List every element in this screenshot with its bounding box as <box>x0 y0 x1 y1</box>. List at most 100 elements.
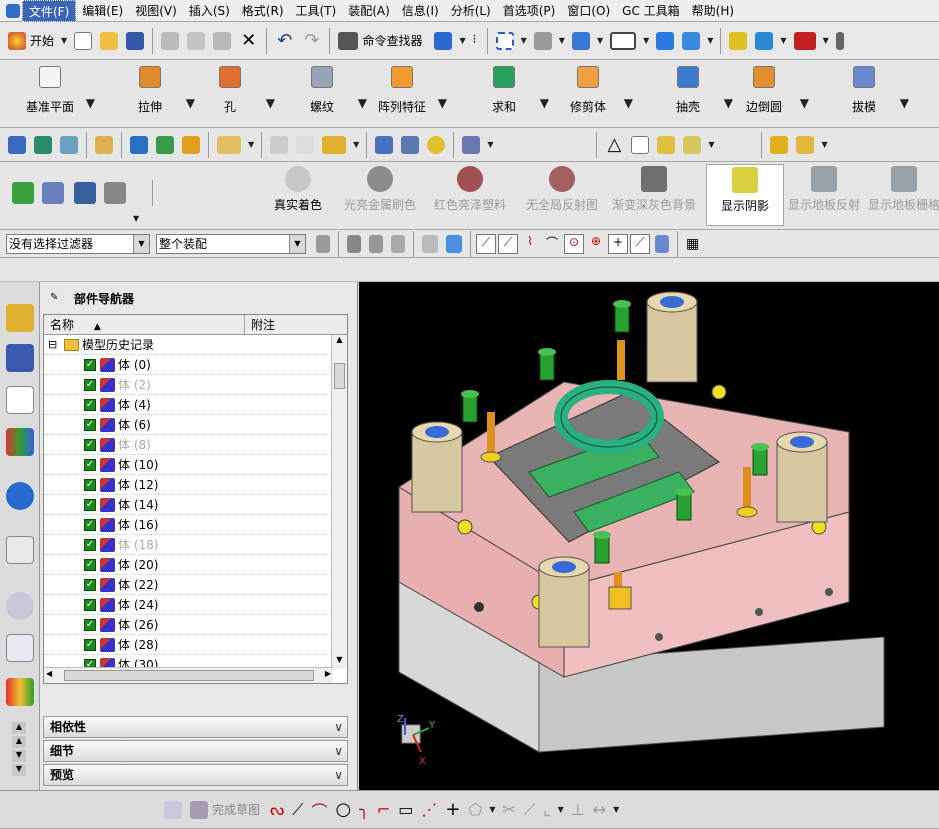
tree-row[interactable]: ✓ 体 (20) <box>44 555 332 575</box>
visibility-checkbox[interactable]: ✓ <box>84 519 96 531</box>
tree-row[interactable]: ✓ 体 (16) <box>44 515 332 535</box>
profile-icon[interactable]: ᔓ <box>270 800 284 819</box>
wcs-icon[interactable] <box>793 31 816 50</box>
chamfer-icon[interactable]: ⌐ <box>377 800 390 819</box>
attribute-icon[interactable] <box>683 135 702 154</box>
polygon-icon[interactable]: ⋰ <box>421 800 437 819</box>
check-icon[interactable] <box>12 182 34 204</box>
horizontal-scrollbar[interactable]: ◀ ▶ <box>44 667 333 683</box>
view-orient-icon[interactable] <box>533 31 552 50</box>
scroll-right-icon[interactable]: ▶ <box>325 669 331 678</box>
select-body-icon[interactable] <box>422 234 438 253</box>
menu-item[interactable]: GC 工具箱 <box>616 0 686 22</box>
chevron-down-icon[interactable]: ▼ <box>133 234 149 253</box>
dropdown-icon[interactable]: ▼ <box>800 96 809 110</box>
dropdown-icon[interactable]: ▼ <box>459 36 465 45</box>
dropdown-icon[interactable]: ▼ <box>487 140 493 149</box>
navigator-section[interactable]: 预览 ∨ <box>43 764 348 786</box>
part-navigator-tab-icon[interactable] <box>6 386 34 414</box>
scroll-down-icon[interactable]: ▼ <box>332 655 347 669</box>
visibility-checkbox[interactable]: ✓ <box>84 639 96 651</box>
delete-icon[interactable]: ✕ <box>241 30 256 51</box>
render-style-button[interactable]: 显示阴影 <box>706 164 784 226</box>
clip-view-icon[interactable] <box>682 31 701 50</box>
dropdown-icon[interactable]: ▼ <box>248 140 254 149</box>
scrollbar-thumb[interactable] <box>334 363 345 389</box>
background-icon[interactable] <box>610 31 637 50</box>
visibility-checkbox[interactable]: ✓ <box>84 399 96 411</box>
snap-intersection-icon[interactable]: + <box>608 233 628 254</box>
tree-row[interactable]: ✓ 体 (12) <box>44 475 332 495</box>
tree-row[interactable]: ✓ 体 (2) <box>44 375 332 395</box>
tool-icon[interactable] <box>462 135 481 154</box>
visibility-checkbox[interactable]: ✓ <box>84 579 96 591</box>
section-view-icon[interactable] <box>656 31 675 50</box>
scroll-up-icon[interactable]: ▲ <box>332 335 347 349</box>
feature-button[interactable]: 基准平面 ▼ <box>16 62 95 124</box>
chevron-down-icon[interactable]: ∨ <box>334 765 343 785</box>
redo-icon[interactable]: ↷ <box>304 30 319 51</box>
visibility-checkbox[interactable]: ✓ <box>84 479 96 491</box>
quick-trim-icon[interactable]: ✂ <box>503 800 516 819</box>
check-part-icon[interactable] <box>130 135 148 154</box>
menu-item[interactable]: 视图(V) <box>129 0 183 22</box>
visibility-checkbox[interactable]: ✓ <box>84 619 96 631</box>
analysis-icon[interactable] <box>657 135 676 154</box>
tree-row[interactable]: ✓ 体 (22) <box>44 575 332 595</box>
finish-sketch-icon[interactable] <box>190 800 208 819</box>
reuse-library-tab-icon[interactable] <box>6 428 34 456</box>
tree-root[interactable]: ⊟ 模型历史记录 <box>44 335 332 355</box>
navigator-section[interactable]: 细节 ∨ <box>43 740 348 762</box>
dropdown-icon[interactable]: ▼ <box>558 805 564 814</box>
dropdown-icon[interactable]: ▼ <box>133 214 139 223</box>
snap-center-icon[interactable]: ⊙ <box>564 233 584 254</box>
point-icon[interactable]: + <box>445 799 460 820</box>
dropdown-icon[interactable]: ▼ <box>353 140 359 149</box>
fillet-icon[interactable]: ╮ <box>359 800 369 819</box>
chevron-down-icon[interactable]: ∨ <box>334 741 343 761</box>
drawing-icon[interactable] <box>217 135 241 154</box>
render-style-button[interactable]: 光亮金属刷色 <box>340 164 420 226</box>
blocks-add-icon[interactable] <box>796 135 815 154</box>
render-style-button[interactable]: 渐变深灰色背景 <box>612 164 696 226</box>
grid-icon[interactable]: ▦ <box>686 236 699 252</box>
tree-row[interactable]: ✓ 体 (26) <box>44 615 332 635</box>
chevron-down-icon[interactable]: ∨ <box>334 717 343 737</box>
save-icon[interactable] <box>126 31 145 50</box>
menu-item[interactable]: 装配(A) <box>342 0 396 22</box>
quick-extend-icon[interactable]: ⟋ <box>524 800 535 820</box>
menu-item[interactable]: 工具(T) <box>290 0 343 22</box>
dropdown-icon[interactable]: ▼ <box>521 36 527 45</box>
finish-sketch-button[interactable]: 完成草图 <box>212 801 260 818</box>
mold-assembly-model[interactable]: Z Y X <box>359 282 939 790</box>
command-finder-button[interactable]: 命令查找器 <box>362 32 422 49</box>
select-feature-icon[interactable] <box>347 234 361 253</box>
tab-scroll-icon[interactable]: ▲ <box>12 736 26 748</box>
dropdown-icon[interactable]: ▼ <box>559 36 565 45</box>
dropdown-icon[interactable]: ▼ <box>821 140 827 149</box>
visibility-checkbox[interactable]: ✓ <box>84 439 96 451</box>
tab-scroll-down-icon[interactable]: ▼ <box>12 764 26 776</box>
selection-tools-icon[interactable] <box>434 31 453 50</box>
table-icon[interactable] <box>631 135 650 154</box>
selection-filter-dropdown[interactable]: 没有选择过滤器 ▼ <box>6 233 150 254</box>
render-style-button[interactable]: 显示地板反射 <box>786 164 862 226</box>
circle-icon[interactable]: ○ <box>336 799 352 820</box>
menu-item[interactable]: 分析(L) <box>445 0 497 22</box>
dropdown-icon[interactable]: ▼ <box>489 805 495 814</box>
menu-item[interactable]: 首选项(P) <box>497 0 562 22</box>
assembly-navigator-tab-icon[interactable] <box>6 304 34 332</box>
visibility-checkbox[interactable]: ✓ <box>84 419 96 431</box>
visibility-checkbox[interactable]: ✓ <box>84 539 96 551</box>
spring-icon[interactable] <box>401 135 420 154</box>
assembly-constraint-icon[interactable] <box>42 182 64 204</box>
feature-button[interactable]: 拉伸 ▼ <box>116 62 195 124</box>
list-icon[interactable] <box>74 182 96 204</box>
tree-row[interactable]: ✓ 体 (6) <box>44 415 332 435</box>
tree-row[interactable]: ✓ 体 (10) <box>44 455 332 475</box>
menu-item[interactable]: 格式(R) <box>236 0 290 22</box>
menu-item[interactable]: 窗口(O) <box>561 0 616 22</box>
visibility-checkbox[interactable]: ✓ <box>84 499 96 511</box>
dropdown-icon[interactable]: ▼ <box>186 96 195 110</box>
chevron-down-icon[interactable]: ▼ <box>289 234 305 253</box>
